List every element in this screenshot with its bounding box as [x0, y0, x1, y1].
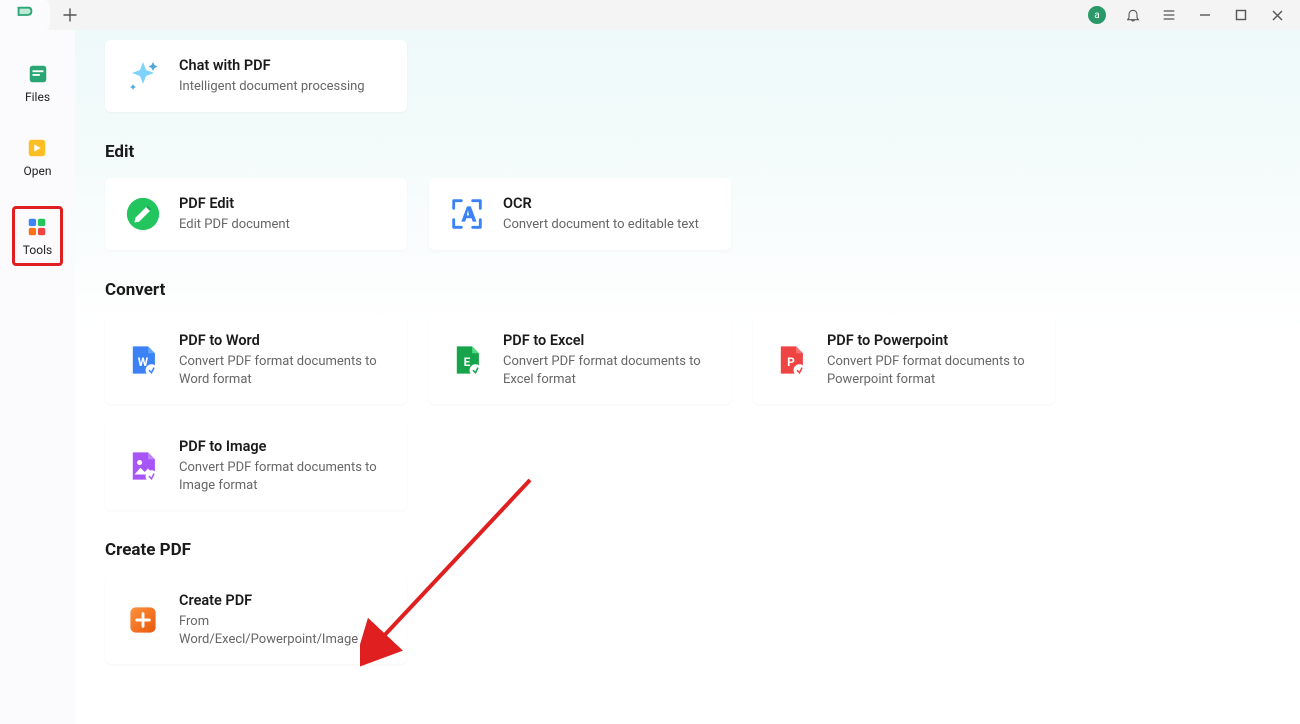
ocr-icon	[447, 194, 487, 234]
open-icon	[25, 136, 49, 160]
word-icon: W	[123, 340, 163, 380]
section-title-edit: Edit	[105, 142, 1250, 162]
card-title: Chat with PDF	[179, 57, 365, 74]
pdf-edit-icon	[123, 194, 163, 234]
avatar-letter: a	[1094, 10, 1099, 21]
card-sub: Convert document to editable text	[503, 216, 699, 234]
titlebar-right: a	[1088, 6, 1300, 24]
bell-icon[interactable]	[1124, 6, 1142, 24]
files-icon	[26, 62, 50, 86]
card-pdf-to-powerpoint[interactable]: P PDF to Powerpoint Convert PDF format d…	[753, 316, 1055, 404]
sidebar-item-open[interactable]: Open	[20, 132, 56, 182]
sidebar-item-tools[interactable]: Tools	[12, 206, 63, 266]
sidebar: Files Open Tools	[0, 30, 75, 724]
sidebar-label: Tools	[23, 243, 52, 257]
card-sub: Convert PDF format documents to Excel fo…	[503, 353, 713, 388]
card-sub: Convert PDF format documents to Powerpoi…	[827, 353, 1037, 388]
card-title: PDF Edit	[179, 195, 290, 212]
card-ocr[interactable]: OCR Convert document to editable text	[429, 178, 731, 250]
section-title-create: Create PDF	[105, 540, 1250, 560]
hamburger-menu-icon[interactable]	[1160, 6, 1178, 24]
titlebar-left	[0, 0, 90, 30]
svg-text:E: E	[464, 355, 471, 369]
create-pdf-icon	[123, 600, 163, 640]
sparkle-icon	[123, 56, 163, 96]
svg-text:P: P	[787, 355, 795, 369]
card-pdf-to-word[interactable]: W PDF to Word Convert PDF format documen…	[105, 316, 407, 404]
sidebar-label: Open	[24, 164, 52, 178]
card-pdf-to-excel[interactable]: E PDF to Excel Convert PDF format docume…	[429, 316, 731, 404]
card-title: OCR	[503, 195, 699, 212]
card-title: PDF to Powerpoint	[827, 332, 1037, 349]
sidebar-label: Files	[25, 90, 50, 104]
titlebar: a	[0, 0, 1300, 30]
excel-icon: E	[447, 340, 487, 380]
card-sub: Convert PDF format documents to Word for…	[179, 353, 389, 388]
image-icon	[123, 446, 163, 486]
minimize-button[interactable]	[1196, 6, 1214, 24]
section-title-convert: Convert	[105, 280, 1250, 300]
card-sub: From Word/Execl/Powerpoint/Image	[179, 613, 389, 648]
powerpoint-icon: P	[771, 340, 811, 380]
card-create-pdf[interactable]: Create PDF From Word/Execl/Powerpoint/Im…	[105, 576, 407, 664]
card-title: PDF to Excel	[503, 332, 713, 349]
close-button[interactable]	[1268, 6, 1286, 24]
card-sub: Convert PDF format documents to Image fo…	[179, 459, 389, 494]
tools-icon	[25, 215, 49, 239]
card-pdf-to-image[interactable]: PDF to Image Convert PDF format document…	[105, 422, 407, 510]
maximize-button[interactable]	[1232, 6, 1250, 24]
card-sub: Edit PDF document	[179, 216, 290, 234]
user-avatar[interactable]: a	[1088, 6, 1106, 24]
card-title: PDF to Image	[179, 438, 389, 455]
card-title: PDF to Word	[179, 332, 389, 349]
card-chat-pdf[interactable]: Chat with PDF Intelligent document proce…	[105, 40, 407, 112]
sidebar-item-files[interactable]: Files	[21, 58, 54, 108]
card-title: Create PDF	[179, 592, 389, 609]
app-logo	[0, 0, 50, 30]
main-content: Chat with PDF Intelligent document proce…	[75, 30, 1300, 724]
card-pdf-edit[interactable]: PDF Edit Edit PDF document	[105, 178, 407, 250]
new-tab-button[interactable]	[50, 8, 90, 22]
card-sub: Intelligent document processing	[179, 78, 365, 96]
